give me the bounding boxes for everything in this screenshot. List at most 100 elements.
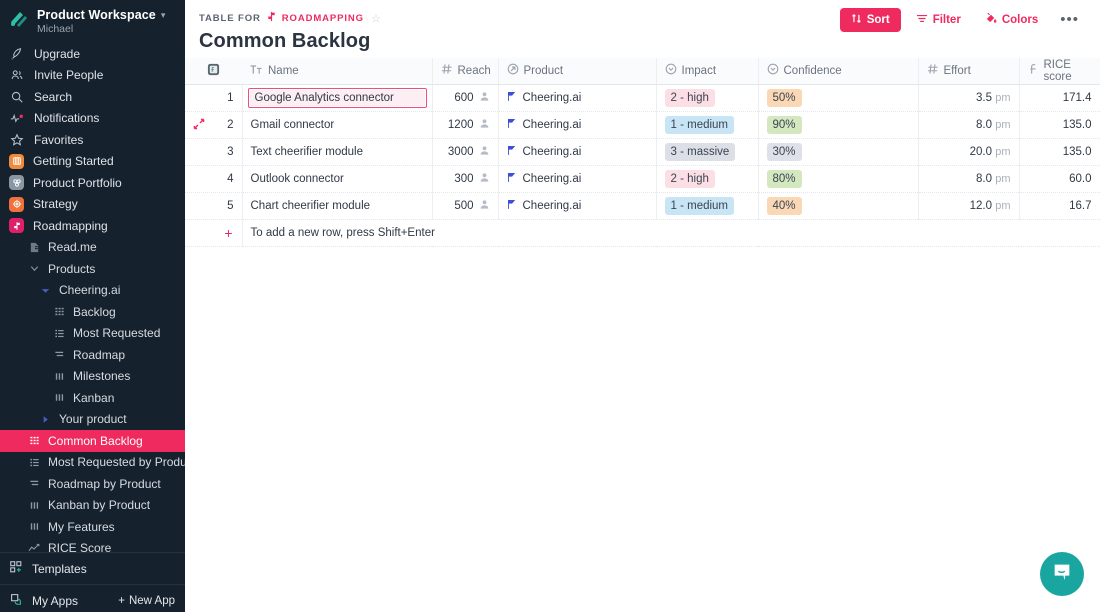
sidebar-item-kanban-by-product[interactable]: Kanban by Product: [0, 495, 185, 517]
column-header-reach[interactable]: Reach: [432, 58, 499, 85]
column-header-rice-score[interactable]: RICE score: [1019, 58, 1100, 85]
cell-effort[interactable]: 3.5 pm: [918, 84, 1020, 112]
cell-rice-score: 135.0: [1019, 111, 1100, 139]
cell-impact[interactable]: 3 - massive: [656, 138, 759, 166]
cell-impact[interactable]: 2 - high: [656, 84, 759, 112]
cell-name-editor[interactable]: Google Analytics connector: [247, 87, 427, 108]
formula-badge-icon[interactable]: [207, 63, 220, 79]
sort-button[interactable]: Sort: [839, 7, 901, 32]
sidebar-item-my-features[interactable]: My Features: [0, 516, 185, 538]
sidebar-item-product-portfolio[interactable]: Product Portfolio: [0, 172, 185, 194]
cell-impact[interactable]: 2 - high: [656, 165, 759, 193]
sidebar-tree-item-most-requested[interactable]: Most Requested: [0, 323, 185, 345]
sidebar-tree-item-products[interactable]: Products: [0, 258, 185, 280]
table-row[interactable]: 4 Outlook connector 300 Cheering.ai 2 - …: [185, 165, 1100, 193]
cell-reach[interactable]: 1200: [432, 111, 499, 139]
new-app-button[interactable]: + New App: [118, 595, 175, 607]
cell-reach[interactable]: 500: [432, 192, 499, 220]
impact-chip: 3 - massive: [664, 142, 736, 161]
sidebar-item-getting-started[interactable]: Getting Started: [0, 151, 185, 173]
chat-launcher-button[interactable]: [1040, 552, 1084, 596]
cell-name[interactable]: Gmail connector: [242, 111, 433, 139]
cell-effort[interactable]: 12.0 pm: [918, 192, 1020, 220]
row-number[interactable]: 4: [185, 165, 243, 193]
column-header-name[interactable]: Name: [242, 58, 433, 85]
column-header-effort[interactable]: Effort: [918, 58, 1020, 85]
cell-name[interactable]: Google Analytics connector: [242, 84, 433, 112]
filter-button[interactable]: Filter: [907, 8, 970, 32]
chevron-collapsed-icon[interactable]: [27, 263, 41, 274]
star-outline-icon[interactable]: ☆: [371, 12, 381, 25]
more-icon[interactable]: •••: [1053, 12, 1086, 27]
chevron-down-icon[interactable]: ▾: [161, 10, 166, 20]
sidebar-tree-item-roadmap[interactable]: Roadmap: [0, 344, 185, 366]
column-header-confidence[interactable]: Confidence: [758, 58, 919, 85]
breadcrumb-app[interactable]: ROADMAPPING: [282, 13, 364, 24]
cell-impact[interactable]: 1 - medium: [656, 111, 759, 139]
cell-product[interactable]: Cheering.ai: [498, 111, 657, 139]
cell-name[interactable]: Outlook connector: [242, 165, 433, 193]
cell-name[interactable]: Chart cheerifier module: [242, 192, 433, 220]
sidebar-tree-label: Backlog: [73, 304, 116, 319]
row-number[interactable]: 1: [185, 84, 243, 112]
cell-reach[interactable]: 3000: [432, 138, 499, 166]
sidebar-item-my-apps[interactable]: My Apps + New App: [0, 589, 185, 612]
sidebar-item-most-requested-by-product[interactable]: Most Requested by Product: [0, 452, 185, 474]
cell-confidence[interactable]: 90%: [758, 111, 919, 139]
sidebar-tree-item-milestones[interactable]: Milestones: [0, 366, 185, 388]
cell-product[interactable]: Cheering.ai: [498, 165, 657, 193]
sidebar-item-invite-people[interactable]: Invite People: [0, 65, 185, 87]
cell-product[interactable]: Cheering.ai: [498, 84, 657, 112]
row-number[interactable]: 3: [185, 138, 243, 166]
sidebar-item-favorites[interactable]: Favorites: [0, 129, 185, 151]
toolbar-actions: Sort Filter Colors •••: [839, 7, 1086, 32]
confidence-chip: 30%: [766, 142, 802, 161]
table-row[interactable]: 2 Gmail connector 1200 Cheering.ai 1 - m…: [185, 111, 1100, 139]
sidebar-tree-item-kanban[interactable]: Kanban: [0, 387, 185, 409]
column-header-impact[interactable]: Impact: [656, 58, 759, 85]
sidebar-item-common-backlog[interactable]: Common Backlog: [0, 430, 185, 452]
sidebar-item-roadmapping[interactable]: Roadmapping: [0, 215, 185, 237]
cell-confidence[interactable]: 30%: [758, 138, 919, 166]
table-row[interactable]: 1 Google Analytics connector 600 Cheerin…: [185, 84, 1100, 112]
sidebar-item-notifications[interactable]: Notifications: [0, 108, 185, 130]
sidebar-item-label: Roadmapping: [33, 218, 108, 233]
cell-reach[interactable]: 300: [432, 165, 499, 193]
sidebar-tree-item-backlog[interactable]: Backlog: [0, 301, 185, 323]
cell-effort[interactable]: 8.0 pm: [918, 111, 1020, 139]
confidence-chip: 80%: [766, 169, 802, 188]
row-number[interactable]: 2: [185, 111, 243, 139]
cell-confidence[interactable]: 50%: [758, 84, 919, 112]
triangle-right-icon[interactable]: [38, 414, 52, 425]
cell-effort[interactable]: 20.0 pm: [918, 138, 1020, 166]
row-number[interactable]: 5: [185, 192, 243, 220]
cell-product[interactable]: Cheering.ai: [498, 192, 657, 220]
impact-chip: 2 - high: [664, 169, 715, 188]
cell-confidence[interactable]: 80%: [758, 165, 919, 193]
sidebar-tree-item-your-product[interactable]: Your product: [0, 409, 185, 431]
colors-button[interactable]: Colors: [976, 7, 1047, 32]
cell-name[interactable]: Text cheerifier module: [242, 138, 433, 166]
cell-reach[interactable]: 600: [432, 84, 499, 112]
sidebar-item-search[interactable]: Search: [0, 86, 185, 108]
sidebar-item-upgrade[interactable]: Upgrade: [0, 43, 185, 65]
cell-impact[interactable]: 1 - medium: [656, 192, 759, 220]
add-row-hint[interactable]: To add a new row, press Shift+Enter: [242, 219, 1100, 247]
sidebar-item-strategy[interactable]: Strategy: [0, 194, 185, 216]
column-header-product[interactable]: Product: [498, 58, 657, 85]
chat-bubble-icon: [1051, 561, 1073, 588]
table-row[interactable]: 3 Text cheerifier module 3000 Cheering.a…: [185, 138, 1100, 166]
sidebar-item-templates[interactable]: Templates: [0, 557, 185, 580]
sidebar-tree-item-readme[interactable]: Read.me: [0, 237, 185, 259]
cell-product[interactable]: Cheering.ai: [498, 138, 657, 166]
sidebar-tree-item-cheering-ai[interactable]: Cheering.ai: [0, 280, 185, 302]
workspace-header[interactable]: Product Workspace ▾ Michael: [0, 0, 185, 43]
cell-confidence[interactable]: 40%: [758, 192, 919, 220]
sidebar-item-roadmap-by-product[interactable]: Roadmap by Product: [0, 473, 185, 495]
expand-row-icon[interactable]: [193, 118, 205, 133]
add-row-plus-icon[interactable]: +: [185, 219, 243, 247]
chevron-open-icon[interactable]: [38, 285, 52, 296]
add-row[interactable]: + To add a new row, press Shift+Enter: [185, 219, 1100, 247]
cell-effort[interactable]: 8.0 pm: [918, 165, 1020, 193]
table-row[interactable]: 5 Chart cheerifier module 500 Cheering.a…: [185, 192, 1100, 220]
